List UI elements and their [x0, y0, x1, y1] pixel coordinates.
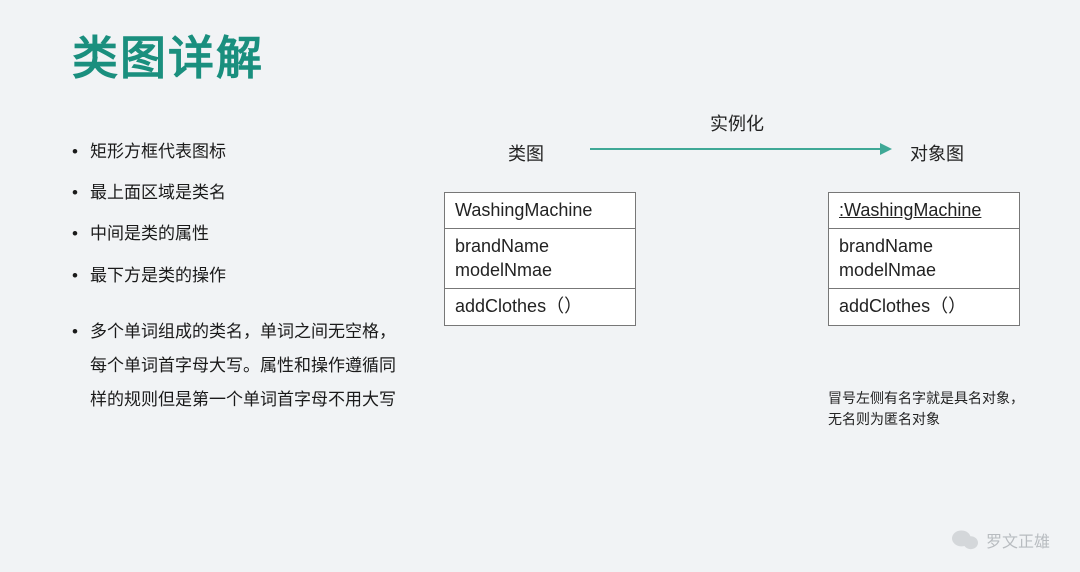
object-diagram-box: :WashingMachine brandName modelNmae addC…: [828, 192, 1020, 326]
list-item: 多个单词组成的类名，单词之间无空格，每个单词首字母大写。属性和操作遵循同样的规则…: [72, 315, 402, 417]
attribute-text: brandName: [839, 236, 933, 256]
note-text: 冒号左侧有名字就是具名对象， 无名则为匿名对象: [828, 388, 1024, 430]
slide-title: 类图详解: [72, 22, 264, 88]
wechat-icon: [952, 529, 978, 551]
object-name-compartment: :WashingMachine: [829, 193, 1019, 229]
object-diagram-label: 对象图: [910, 140, 964, 166]
list-item: 最下方是类的操作: [72, 262, 402, 289]
attribute-text: modelNmae: [455, 260, 552, 280]
class-name-compartment: WashingMachine: [445, 193, 635, 229]
object-op-compartment: addClothes（）: [829, 289, 1019, 324]
arrow-icon: [590, 148, 890, 150]
watermark-text: 罗文正雄: [986, 528, 1050, 552]
arrow-label: 实例化: [710, 110, 764, 136]
bullet-list: 矩形方框代表图标 最上面区域是类名 中间是类的属性 最下方是类的操作 多个单词组…: [72, 138, 402, 431]
watermark: 罗文正雄: [952, 528, 1050, 552]
class-diagram-label: 类图: [508, 140, 544, 166]
class-diagram-box: WashingMachine brandName modelNmae addCl…: [444, 192, 636, 326]
attribute-text: brandName: [455, 236, 549, 256]
list-item: 最上面区域是类名: [72, 179, 402, 206]
note-line: 无名则为匿名对象: [828, 411, 940, 427]
list-item: 中间是类的属性: [72, 220, 402, 247]
attribute-text: modelNmae: [839, 260, 936, 280]
object-name-text: :WashingMachine: [839, 200, 981, 220]
list-item: 矩形方框代表图标: [72, 138, 402, 165]
class-attr-compartment: brandName modelNmae: [445, 229, 635, 289]
object-attr-compartment: brandName modelNmae: [829, 229, 1019, 289]
note-line: 冒号左侧有名字就是具名对象，: [828, 390, 1024, 406]
class-op-compartment: addClothes（）: [445, 289, 635, 324]
